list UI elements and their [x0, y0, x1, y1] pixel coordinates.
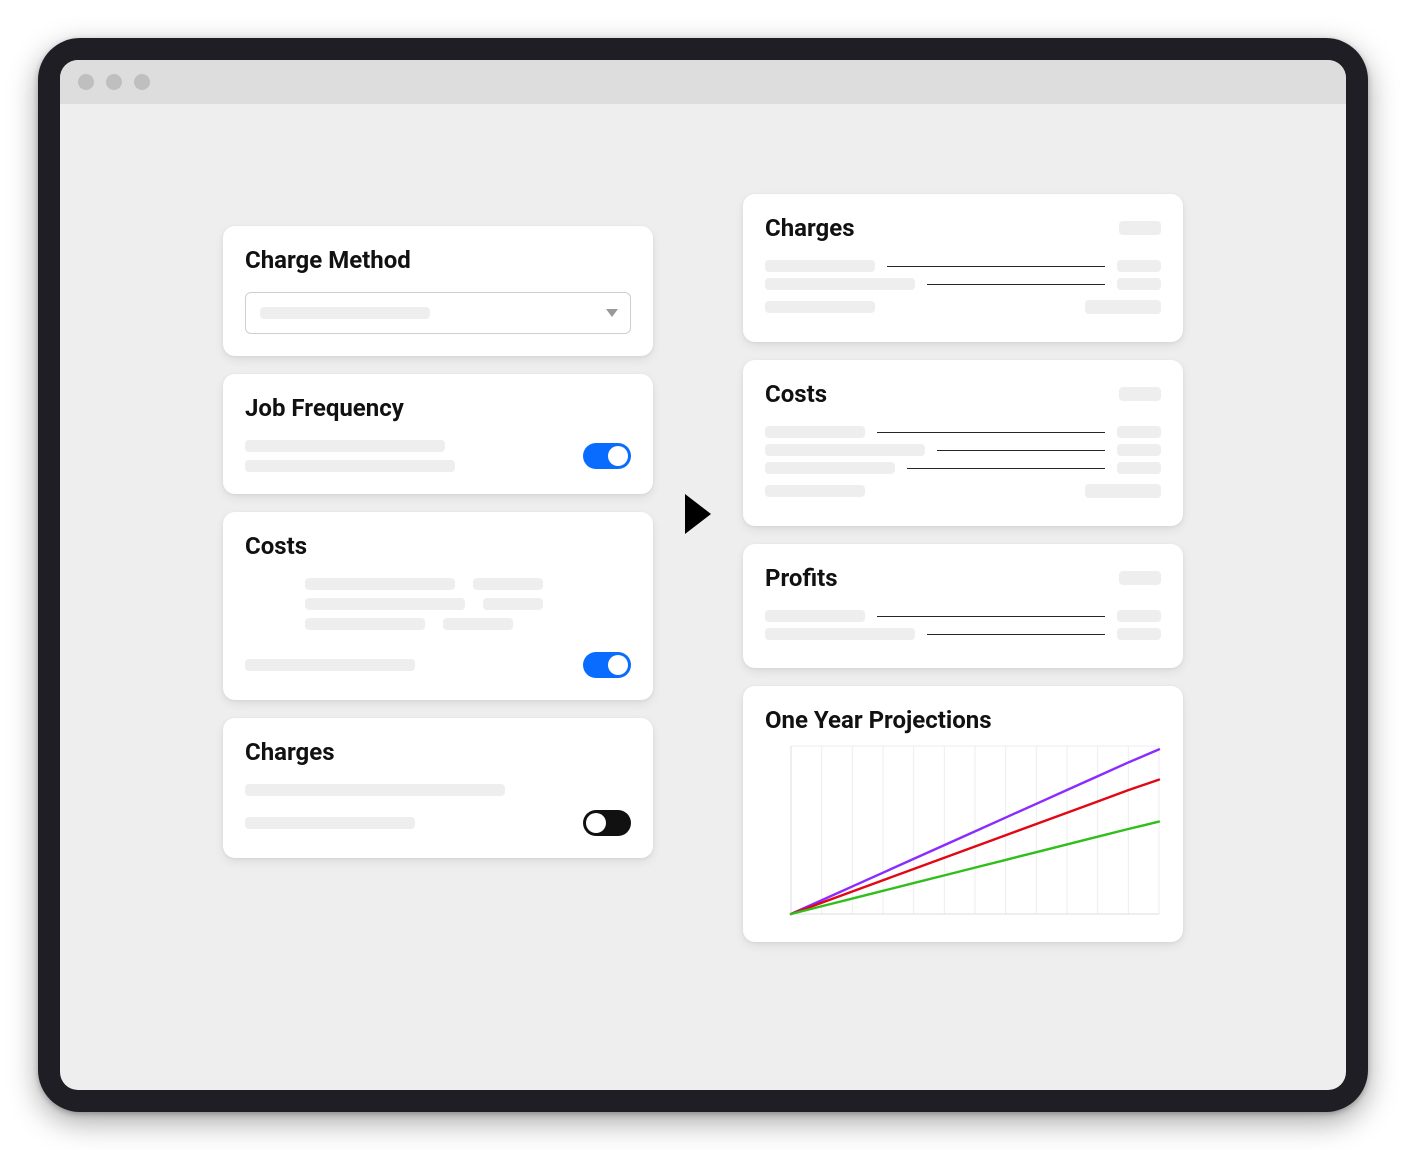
placeholder-label [765, 278, 915, 290]
charge-method-value-placeholder [260, 307, 430, 319]
placeholder-label [765, 426, 865, 438]
costs-summary-card: Costs [743, 360, 1183, 526]
placeholder-label [765, 444, 925, 456]
projections-card: One Year Projections [743, 686, 1183, 942]
placeholder-line [245, 817, 415, 829]
charges-input-card: Charges [223, 718, 653, 858]
divider-line [927, 284, 1105, 285]
placeholder-label [765, 462, 895, 474]
traffic-light-close-icon[interactable] [78, 74, 94, 90]
placeholder-line [245, 784, 505, 796]
app-screen: Charge Method Job Frequency [60, 60, 1346, 1090]
outputs-column: Charges [743, 194, 1183, 942]
charges-input-title: Charges [245, 738, 631, 766]
placeholder-value [1117, 260, 1161, 272]
placeholder-line [473, 578, 543, 590]
inputs-column: Charge Method Job Frequency [223, 194, 653, 858]
device-frame: Charge Method Job Frequency [38, 38, 1368, 1112]
costs-input-card: Costs [223, 512, 653, 700]
arrow-right-icon [685, 494, 711, 534]
projections-chart [765, 740, 1161, 920]
charges-toggle[interactable] [583, 810, 631, 836]
flow-arrow-container [653, 494, 743, 534]
placeholder-label [765, 628, 915, 640]
traffic-light-minimize-icon[interactable] [106, 74, 122, 90]
placeholder-line [443, 618, 513, 630]
placeholder-total [1085, 300, 1161, 314]
charges-summary-title: Charges [765, 214, 855, 242]
window-title-bar [60, 60, 1346, 104]
placeholder-value [1117, 462, 1161, 474]
placeholder-pill [1119, 221, 1161, 235]
placeholder-line [305, 598, 465, 610]
divider-line [907, 468, 1105, 469]
job-frequency-toggle[interactable] [583, 443, 631, 469]
profits-summary-card: Profits [743, 544, 1183, 668]
charge-method-title: Charge Method [245, 246, 631, 274]
divider-line [877, 432, 1105, 433]
placeholder-label [765, 485, 865, 497]
placeholder-line [245, 659, 415, 671]
placeholder-pill [1119, 571, 1161, 585]
placeholder-value [1117, 426, 1161, 438]
placeholder-value [1117, 610, 1161, 622]
placeholder-line [305, 618, 425, 630]
charges-summary-card: Charges [743, 194, 1183, 342]
placeholder-line [305, 578, 455, 590]
placeholder-line [483, 598, 543, 610]
placeholder-pill [1119, 387, 1161, 401]
profits-summary-title: Profits [765, 564, 838, 592]
charge-method-select[interactable] [245, 292, 631, 334]
divider-line [877, 616, 1105, 617]
projections-title: One Year Projections [765, 706, 992, 734]
job-frequency-card: Job Frequency [223, 374, 653, 494]
placeholder-total [1085, 484, 1161, 498]
placeholder-value [1117, 628, 1161, 640]
costs-toggle[interactable] [583, 652, 631, 678]
placeholder-label [765, 260, 875, 272]
charge-method-card: Charge Method [223, 226, 653, 356]
costs-input-title: Costs [245, 532, 631, 560]
divider-line [887, 266, 1105, 267]
divider-line [937, 450, 1105, 451]
costs-summary-title: Costs [765, 380, 827, 408]
placeholder-value [1117, 444, 1161, 456]
placeholder-line [245, 440, 445, 452]
content-area: Charge Method Job Frequency [60, 104, 1346, 982]
placeholder-label [765, 301, 875, 313]
placeholder-label [765, 610, 865, 622]
job-frequency-title: Job Frequency [245, 394, 631, 422]
divider-line [927, 634, 1105, 635]
placeholder-line [245, 460, 455, 472]
placeholder-value [1117, 278, 1161, 290]
chevron-down-icon [606, 309, 618, 317]
traffic-light-zoom-icon[interactable] [134, 74, 150, 90]
